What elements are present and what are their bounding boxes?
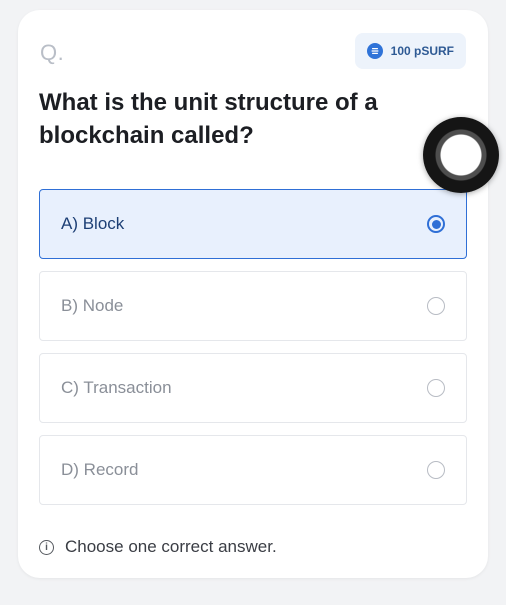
assistive-touch-icon[interactable] bbox=[423, 117, 499, 193]
radio-selected-icon[interactable] bbox=[427, 215, 445, 233]
answer-option-label: D) Record bbox=[61, 460, 139, 479]
info-icon: i bbox=[39, 539, 54, 555]
answer-option-label: A) Block bbox=[61, 214, 125, 233]
answer-option-label: C) Transaction bbox=[61, 378, 172, 397]
answer-option-b[interactable]: B) Node bbox=[39, 271, 467, 341]
instruction-hint: i Choose one correct answer. bbox=[39, 537, 277, 557]
radio-empty-icon[interactable] bbox=[427, 379, 445, 397]
coin-icon bbox=[366, 43, 383, 59]
answer-option-d[interactable]: D) Record bbox=[39, 435, 467, 505]
reward-badge: 100 pSURF bbox=[354, 33, 466, 69]
reward-text: 100 pSURF bbox=[390, 44, 454, 58]
question-marker: Q. bbox=[40, 40, 65, 65]
answer-option-a[interactable]: A) Block bbox=[39, 189, 467, 259]
answer-option-c[interactable]: C) Transaction bbox=[39, 353, 467, 423]
radio-empty-icon[interactable] bbox=[427, 461, 445, 479]
instruction-text: Choose one correct answer. bbox=[65, 537, 277, 556]
quiz-card: Q. 100 pSURF What is the unit structure … bbox=[18, 10, 488, 578]
answer-option-label: B) Node bbox=[61, 296, 124, 315]
radio-empty-icon[interactable] bbox=[427, 297, 445, 315]
question-text: What is the unit structure of a blockcha… bbox=[39, 89, 378, 149]
